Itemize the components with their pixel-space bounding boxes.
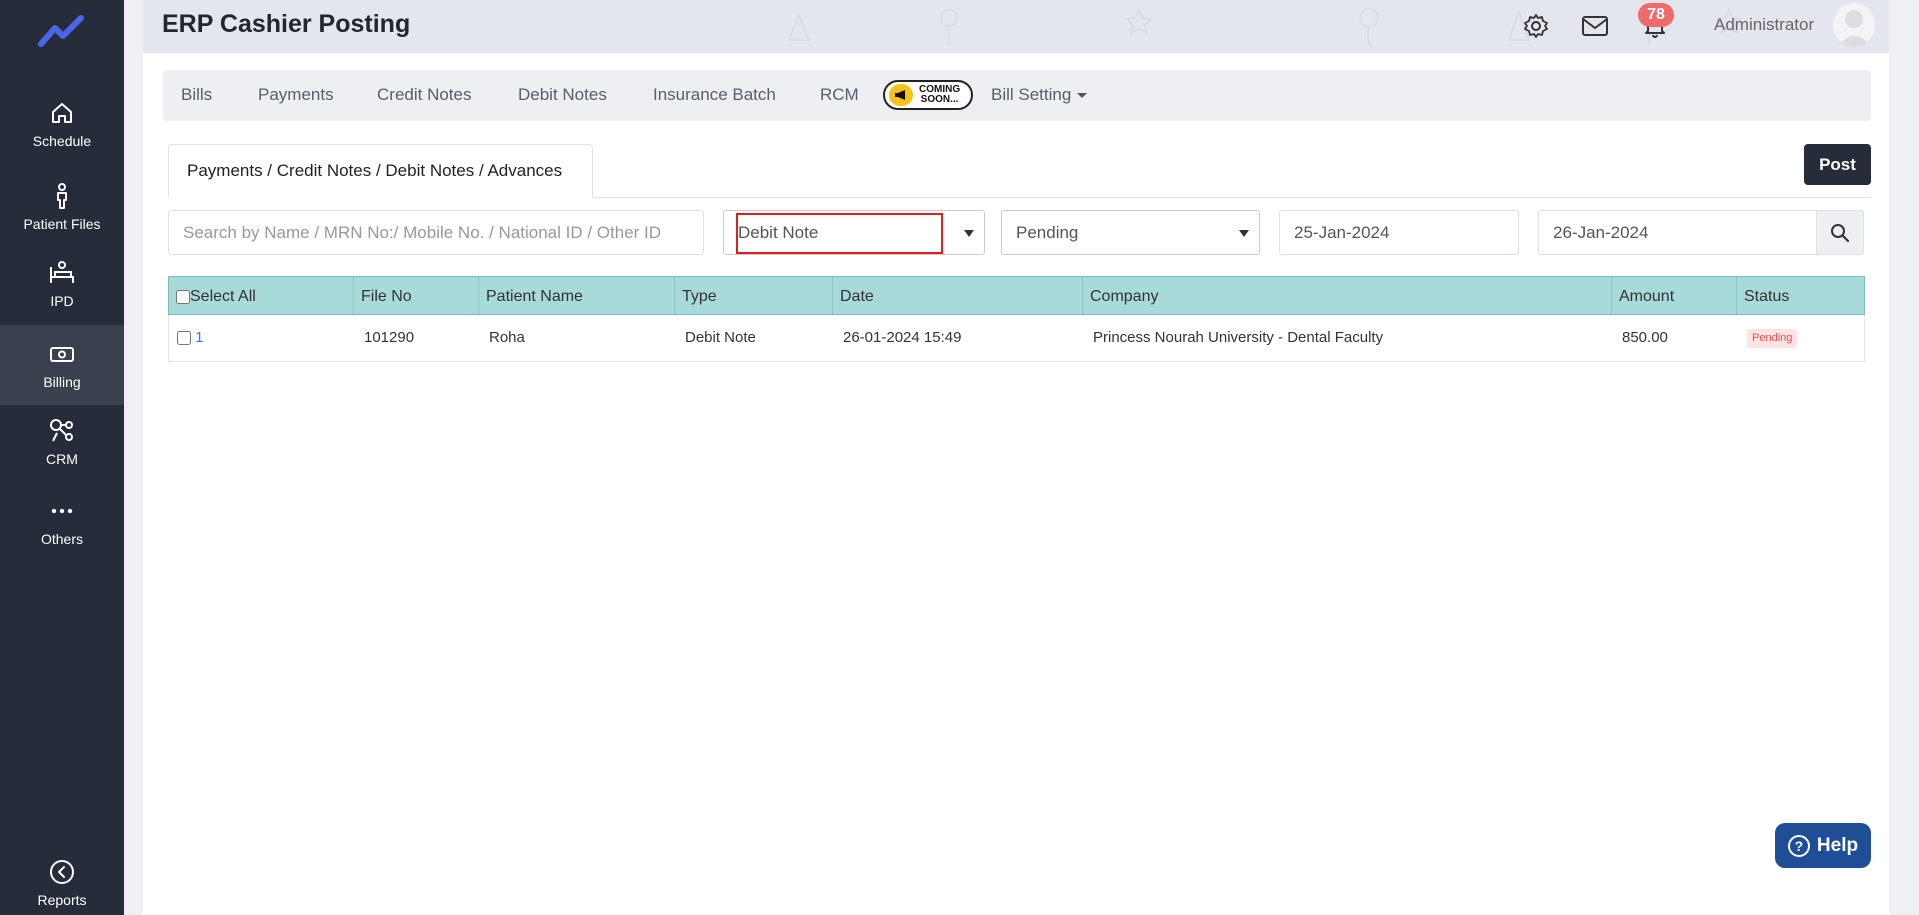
main-content: ERP Cashier Posting 78 Administrator Bil… bbox=[143, 0, 1889, 915]
table-header: Select All File No Patient Name Type Dat… bbox=[168, 276, 1865, 316]
sidebar-item-label: Billing bbox=[43, 374, 81, 390]
bed-icon bbox=[50, 261, 74, 283]
sidebar-item-ipd[interactable]: IPD bbox=[0, 244, 124, 324]
sidebar-item-billing[interactable]: Billing bbox=[0, 325, 124, 405]
tab-payments-credit-debit-advances[interactable]: Payments / Credit Notes / Debit Notes / … bbox=[168, 144, 593, 198]
caret-down-icon bbox=[1077, 93, 1088, 99]
search-icon bbox=[1831, 223, 1850, 242]
messages-button[interactable] bbox=[1579, 10, 1611, 42]
logo-icon[interactable] bbox=[37, 14, 85, 50]
tab-credit-notes[interactable]: Credit Notes bbox=[377, 85, 471, 105]
tab-insurance-batch[interactable]: Insurance Batch bbox=[653, 85, 776, 105]
dots-icon bbox=[51, 508, 73, 514]
top-header: ERP Cashier Posting 78 Administrator bbox=[143, 0, 1889, 53]
search-button[interactable] bbox=[1816, 210, 1864, 255]
sidebar-item-label: Schedule bbox=[32, 133, 92, 149]
type-select-value: Debit Note bbox=[738, 223, 819, 242]
help-button[interactable]: ? Help bbox=[1775, 823, 1871, 868]
billing-tabs: Bills Payments Credit Notes Debit Notes … bbox=[163, 70, 1871, 121]
tab-rcm[interactable]: RCM bbox=[820, 85, 859, 105]
cell-status: Pending bbox=[1737, 315, 1798, 361]
status-select-value: Pending bbox=[1016, 223, 1079, 242]
header-select-all: Select All bbox=[169, 277, 354, 316]
avatar[interactable] bbox=[1833, 3, 1875, 47]
sidebar-item-reports[interactable]: Reports bbox=[0, 850, 124, 915]
coming-soon-badge: COMING SOON... bbox=[883, 80, 973, 110]
gear-icon bbox=[1524, 14, 1548, 38]
sidebar-item-label: IPD bbox=[50, 293, 74, 309]
tab-payments[interactable]: Payments bbox=[258, 85, 334, 105]
mail-icon bbox=[1582, 16, 1608, 36]
header-file-no[interactable]: File No bbox=[354, 277, 479, 316]
sidebar: Schedule Patient Files IPD Billing CRM O… bbox=[0, 0, 124, 915]
select-all-label: Select All bbox=[190, 288, 256, 305]
type-select[interactable]: Debit Note bbox=[723, 210, 985, 255]
sidebar-item-label: Others bbox=[40, 531, 83, 547]
header-company[interactable]: Company bbox=[1083, 277, 1612, 316]
settings-button[interactable] bbox=[1520, 10, 1552, 42]
help-label: Help bbox=[1816, 834, 1859, 856]
sidebar-item-label: CRM bbox=[46, 451, 78, 467]
search-input[interactable] bbox=[168, 210, 704, 255]
home-icon bbox=[52, 103, 72, 123]
status-select[interactable]: Pending bbox=[1001, 210, 1260, 255]
sidebar-item-others[interactable]: Others bbox=[0, 482, 124, 562]
money-icon bbox=[50, 347, 74, 362]
sidebar-item-label: Reports bbox=[37, 891, 87, 908]
notification-badge: 78 bbox=[1638, 3, 1674, 27]
row-index-link[interactable]: 1 bbox=[195, 329, 203, 346]
cell-type: Debit Note bbox=[685, 329, 756, 346]
cell-company: Princess Nourah University - Dental Facu… bbox=[1093, 329, 1384, 346]
back-arrow-icon bbox=[50, 859, 74, 884]
row-select-cell: 1 bbox=[169, 315, 204, 361]
sidebar-item-schedule[interactable]: Schedule bbox=[0, 84, 124, 164]
coming-soon-text: COMING SOON... bbox=[919, 84, 961, 105]
header-date[interactable]: Date bbox=[833, 277, 1083, 316]
megaphone-icon bbox=[889, 84, 913, 106]
row-checkbox[interactable] bbox=[177, 331, 191, 346]
tab-bills[interactable]: Bills bbox=[181, 85, 212, 105]
tab-bill-setting[interactable]: Bill Setting bbox=[991, 85, 1088, 105]
postings-table: Select All File No Patient Name Type Dat… bbox=[168, 276, 1865, 362]
from-date-input[interactable]: 25-Jan-2024 bbox=[1279, 210, 1519, 255]
header-type[interactable]: Type bbox=[675, 277, 833, 316]
dropdown-arrow-icon bbox=[964, 230, 974, 237]
post-button[interactable]: Post bbox=[1804, 144, 1871, 185]
tab-bill-setting-label: Bill Setting bbox=[991, 85, 1072, 104]
header-decoration bbox=[787, 8, 1743, 49]
header-amount[interactable]: Amount bbox=[1612, 277, 1737, 316]
page-title: ERP Cashier Posting bbox=[162, 10, 411, 38]
person-icon bbox=[57, 183, 67, 209]
crm-icon bbox=[50, 419, 73, 442]
cell-amount: 850.00 bbox=[1622, 329, 1668, 346]
header-status[interactable]: Status bbox=[1737, 277, 1864, 316]
select-all-checkbox[interactable] bbox=[176, 289, 190, 304]
table-row[interactable]: 1 101290 Roha Debit Note 26-01-2024 15:4… bbox=[168, 315, 1865, 362]
sidebar-item-label: Patient Files bbox=[23, 216, 101, 232]
user-name[interactable]: Administrator bbox=[1714, 15, 1814, 35]
dropdown-arrow-icon bbox=[1239, 230, 1249, 237]
sidebar-item-crm[interactable]: CRM bbox=[0, 402, 124, 482]
cell-date: 26-01-2024 15:49 bbox=[843, 329, 962, 346]
status-badge: Pending bbox=[1747, 328, 1798, 348]
tab-debit-notes[interactable]: Debit Notes bbox=[518, 85, 607, 105]
sidebar-item-patient-files[interactable]: Patient Files bbox=[0, 167, 124, 247]
header-patient-name[interactable]: Patient Name bbox=[479, 277, 675, 316]
cell-file-no: 101290 bbox=[364, 329, 415, 346]
to-date-input[interactable]: 26-Jan-2024 bbox=[1538, 210, 1817, 255]
right-gutter bbox=[1889, 0, 1919, 915]
cell-patient-name: Roha bbox=[489, 329, 525, 346]
question-icon: ? bbox=[1787, 834, 1810, 857]
